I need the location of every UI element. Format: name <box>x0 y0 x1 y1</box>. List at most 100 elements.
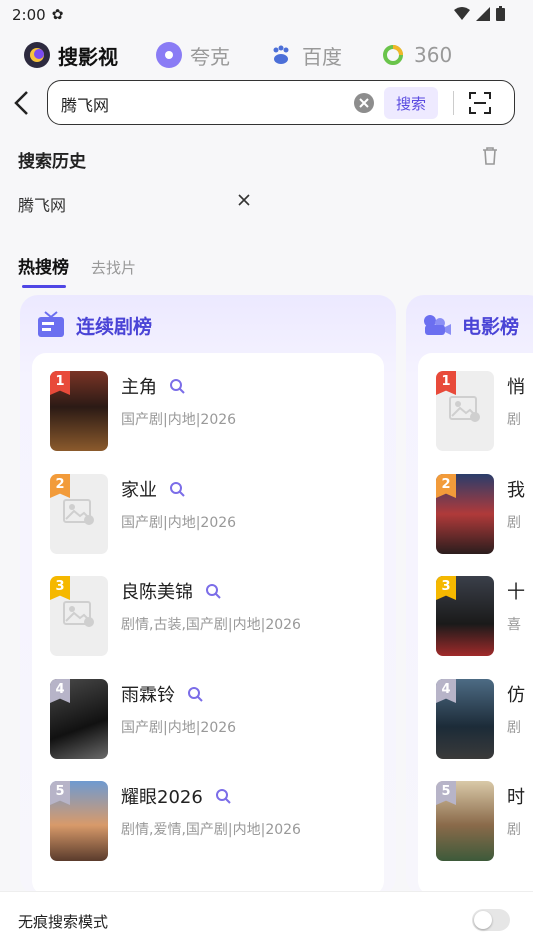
souyingshi-logo-icon <box>24 42 50 68</box>
scan-icon[interactable] <box>468 91 492 115</box>
title-text: 主角 <box>121 377 157 398</box>
list-item[interactable]: 1 主角 国产剧|内地|2026 <box>50 371 370 453</box>
item-title: 主角 <box>121 373 185 399</box>
poster-image[interactable]: 3 <box>50 576 108 656</box>
tab-label: 热搜榜 <box>18 258 69 278</box>
rank-badge: 5 <box>50 781 70 805</box>
rank-badge: 1 <box>436 371 456 395</box>
toggle-knob <box>474 911 492 929</box>
poster-image[interactable]: 1 <box>436 371 494 451</box>
item-meta: 国产剧|内地|2026 <box>121 515 237 531</box>
item-title: 十 <box>507 582 525 603</box>
list-item[interactable]: 3 良陈美锦 剧情,古装,国产剧|内地|2026 <box>50 576 370 658</box>
poster-image[interactable]: 3 <box>436 576 494 656</box>
movie-camera-icon <box>424 315 451 335</box>
poster-image[interactable]: 2 <box>50 474 108 554</box>
item-title: 雨霖铃 <box>121 681 203 707</box>
board-header: 连续剧榜 <box>36 311 152 339</box>
poster-image[interactable]: 5 <box>436 781 494 861</box>
search-icon[interactable] <box>205 583 221 599</box>
status-bar: 2:00 ✿ <box>0 0 533 30</box>
remove-history-icon[interactable] <box>236 192 254 212</box>
item-title: 耀眼2026 <box>121 783 231 809</box>
image-placeholder-icon <box>63 601 94 627</box>
search-button[interactable]: 搜索 <box>384 87 438 119</box>
search-icon[interactable] <box>169 481 185 497</box>
board-list: 1 悄 剧 2 我 剧 3 十 喜 4 仿 剧 5 时 剧 <box>418 353 533 895</box>
tab-find-film[interactable]: 去找片 <box>91 257 136 278</box>
search-history-title: 搜索历史 <box>18 152 86 172</box>
history-item[interactable]: 腾飞网 <box>18 192 66 216</box>
list-item[interactable]: 4 雨霖铃 国产剧|内地|2026 <box>50 679 370 761</box>
list-item[interactable]: 4 仿 剧 <box>436 679 533 761</box>
engine-label: 搜影视 <box>58 44 118 69</box>
engine-tab-baidu[interactable]: 百度 <box>268 41 342 70</box>
signal-icon <box>476 6 490 21</box>
poster-image[interactable]: 4 <box>436 679 494 759</box>
tv-series-board: 连续剧榜 1 主角 国产剧|内地|2026 2 家业 国产剧|内地|2026 3 <box>20 295 396 895</box>
rank-badge: 2 <box>50 474 70 498</box>
item-meta: 剧情,古装,国产剧|内地|2026 <box>121 617 301 633</box>
title-text: 耀眼2026 <box>121 787 203 808</box>
rank-badge: 5 <box>436 781 456 805</box>
tab-active-indicator <box>22 285 66 288</box>
board-title: 电影榜 <box>462 315 520 338</box>
notification-icon: ✿ <box>51 7 64 23</box>
item-meta: 剧 <box>507 720 521 736</box>
item-meta: 剧情,爱情,国产剧|内地|2026 <box>121 822 301 838</box>
list-item[interactable]: 3 十 喜 <box>436 576 533 658</box>
item-meta: 国产剧|内地|2026 <box>121 412 237 428</box>
engine-tab-360[interactable]: 360 <box>380 42 452 68</box>
item-title: 仿 <box>507 685 525 706</box>
baidu-paw-icon <box>268 42 294 68</box>
clear-search-icon[interactable] <box>354 93 374 113</box>
title-text: 家业 <box>121 480 157 501</box>
search-row: 腾飞网 搜索 <box>0 80 533 126</box>
incognito-bar: 无痕搜索模式 <box>0 891 533 948</box>
list-item[interactable]: 1 悄 剧 <box>436 371 533 453</box>
title-text: 良陈美锦 <box>121 582 193 603</box>
search-divider <box>453 91 454 115</box>
item-meta: 剧 <box>507 515 521 531</box>
poster-image[interactable]: 5 <box>50 781 108 861</box>
item-title: 悄 <box>507 377 525 398</box>
poster-image[interactable]: 2 <box>436 474 494 554</box>
engine-label: 360 <box>414 43 453 67</box>
search-input[interactable]: 腾飞网 搜索 <box>47 80 515 125</box>
search-icon[interactable] <box>215 788 231 804</box>
rank-badge: 4 <box>436 679 456 703</box>
rank-badge: 3 <box>50 576 70 600</box>
poster-image[interactable]: 4 <box>50 679 108 759</box>
board-title: 连续剧榜 <box>76 315 153 338</box>
tab-label: 去找片 <box>91 259 137 277</box>
battery-icon <box>496 6 505 21</box>
back-arrow-icon[interactable] <box>12 90 34 116</box>
engine-label: 百度 <box>302 44 342 69</box>
item-meta: 剧 <box>507 822 521 838</box>
list-item[interactable]: 5 耀眼2026 剧情,爱情,国产剧|内地|2026 <box>50 781 370 863</box>
engine-tab-souyingshi[interactable]: 搜影视 <box>24 41 118 70</box>
engine-tabs: 搜影视 夸克 百度 360 <box>24 38 533 72</box>
poster-image[interactable]: 1 <box>50 371 108 451</box>
item-title: 时 <box>507 787 525 808</box>
ranking-tabs: 热搜榜 去找片 <box>18 253 158 288</box>
engine-tab-kuake[interactable]: 夸克 <box>156 41 230 70</box>
status-icons <box>454 6 505 21</box>
search-icon[interactable] <box>169 378 185 394</box>
item-title: 家业 <box>121 476 185 502</box>
list-item[interactable]: 2 家业 国产剧|内地|2026 <box>50 474 370 556</box>
engine-label: 夸克 <box>190 44 230 69</box>
tv-icon <box>38 311 64 337</box>
board-header: 电影榜 <box>422 311 519 339</box>
image-placeholder-icon <box>63 499 94 525</box>
item-title: 我 <box>507 480 525 501</box>
tab-hot-search[interactable]: 热搜榜 <box>18 253 69 288</box>
incognito-toggle[interactable] <box>472 909 510 931</box>
trash-icon[interactable] <box>480 146 500 166</box>
rank-badge: 2 <box>436 474 456 498</box>
search-icon[interactable] <box>187 686 203 702</box>
list-item[interactable]: 2 我 剧 <box>436 474 533 556</box>
search-input-value[interactable]: 腾飞网 <box>61 92 109 116</box>
image-placeholder-icon <box>449 396 480 422</box>
list-item[interactable]: 5 时 剧 <box>436 781 533 863</box>
